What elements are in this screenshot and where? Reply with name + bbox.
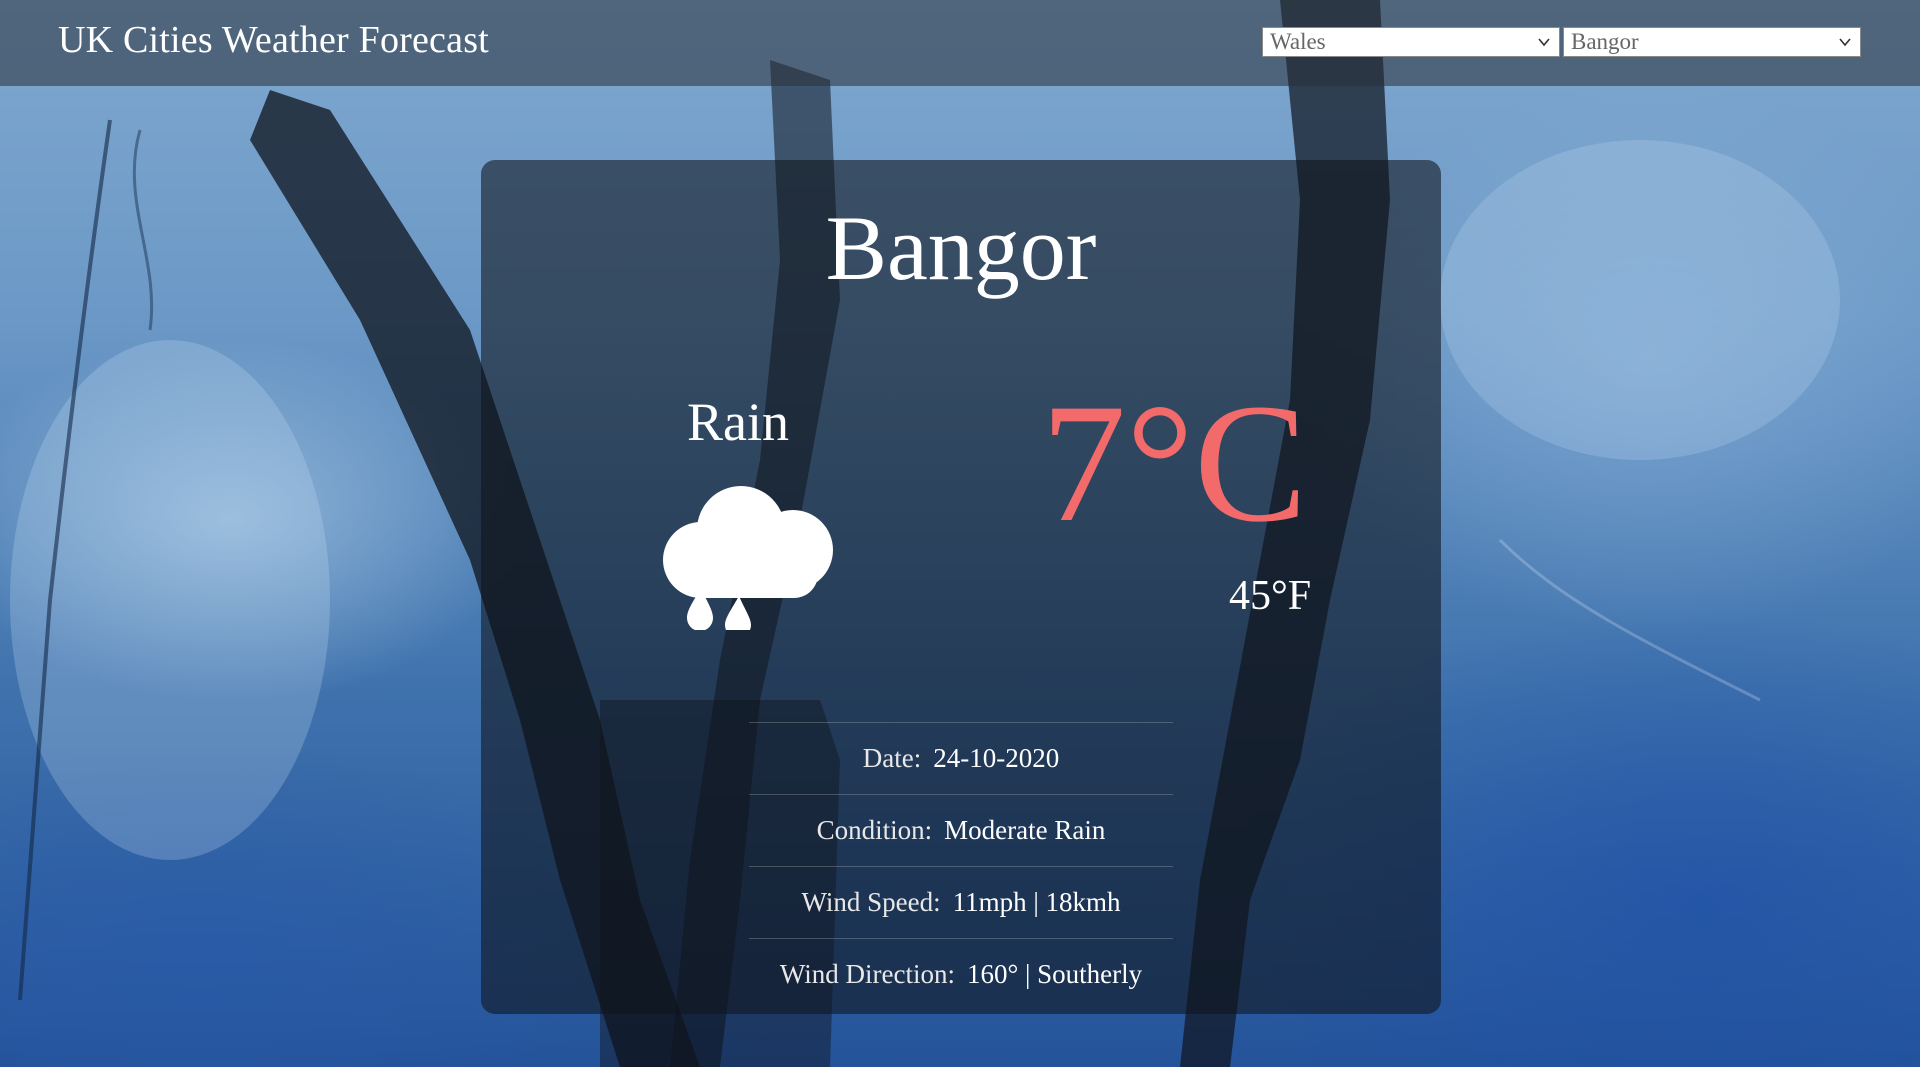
temperature-fahrenheit: 45°F [1229,573,1312,619]
temperature-celsius: 7°C [1041,369,1308,557]
detail-row-condition: Condition: Moderate Rain [749,794,1173,866]
top-navigation-bar: UK Cities Weather Forecast Wales Bangor [0,0,1920,86]
city-select[interactable]: Bangor [1563,27,1861,57]
detail-value: 24-10-2020 [933,743,1060,773]
detail-value: 160° | Southerly [966,959,1143,989]
weather-details-list: Date: 24-10-2020 Condition: Moderate Rain … [749,722,1173,1010]
detail-label: Wind Speed: [801,887,941,917]
detail-label: Condition: [816,815,933,845]
condition-summary: Rain [687,392,789,452]
site-title: UK Cities Weather Forecast [58,19,489,61]
detail-label: Wind Direction: [779,959,955,989]
detail-value: Moderate Rain [944,815,1106,845]
rain-cloud-icon [663,486,833,630]
detail-row-date: Date: 24-10-2020 [749,722,1173,794]
chevron-down-icon [1538,38,1550,47]
detail-value: 11mph | 18kmh [952,887,1121,917]
city-select-value: Bangor [1571,29,1639,54]
city-name-heading: Bangor [825,197,1097,299]
detail-row-wind-speed: Wind Speed: 11mph | 18kmh [749,866,1173,938]
weather-card: Bangor Rain 7°C 45°F Date: 24-10-2020 Con… [481,160,1441,1014]
chevron-down-icon [1839,38,1851,47]
detail-label: Date: [862,743,922,773]
region-select-value: Wales [1270,29,1326,54]
detail-row-wind-direction: Wind Direction: 160° | Southerly [749,938,1173,1010]
region-select[interactable]: Wales [1262,27,1560,57]
